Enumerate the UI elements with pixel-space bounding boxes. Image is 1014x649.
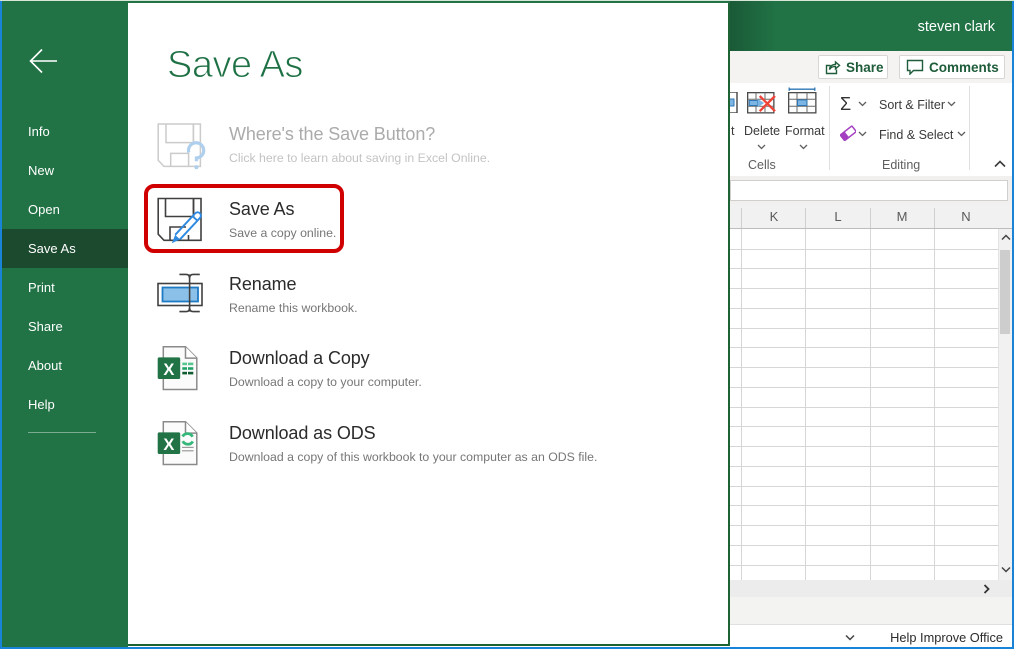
svg-text:X: X [163, 361, 174, 379]
svg-text:X: X [163, 436, 174, 454]
